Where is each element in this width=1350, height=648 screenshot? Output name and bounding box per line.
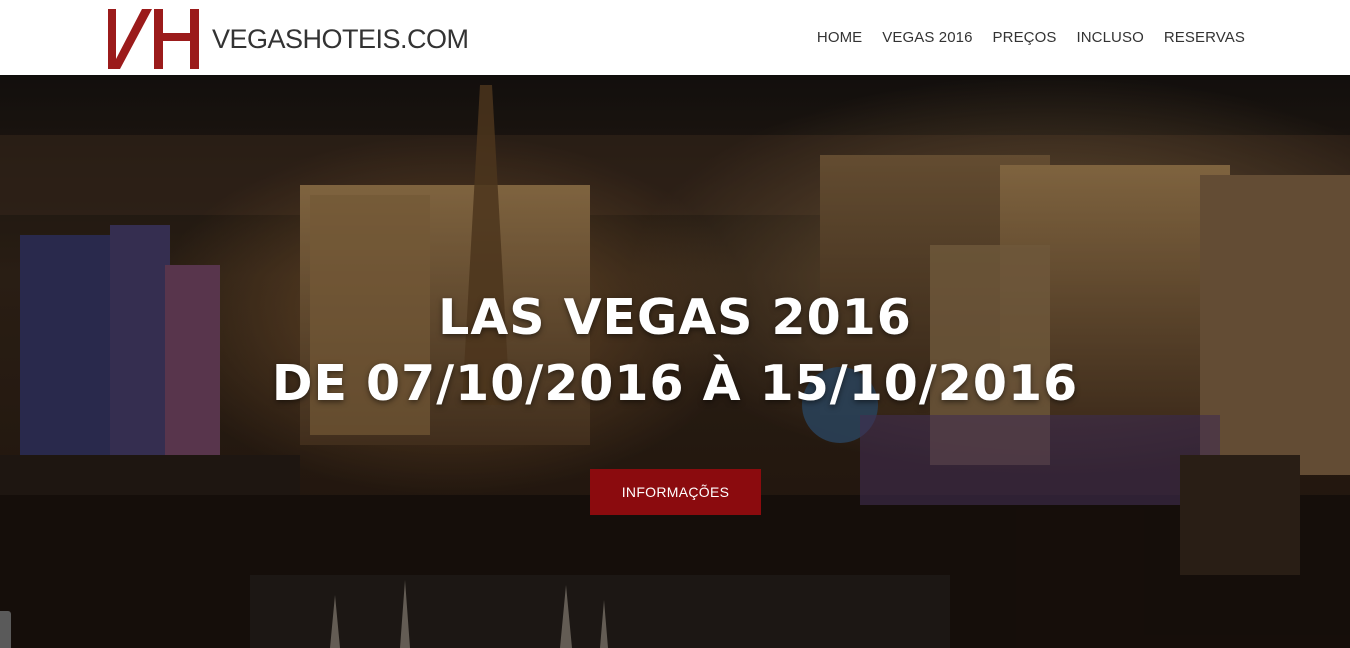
- nav-precos[interactable]: PREÇOS: [993, 29, 1057, 46]
- hero-section: LAS VEGAS 2016 DE 07/10/2016 À 15/10/201…: [0, 75, 1350, 648]
- nav-vegas-2016[interactable]: VEGAS 2016: [882, 29, 972, 46]
- nav-incluso[interactable]: INCLUSO: [1076, 29, 1143, 46]
- site-header: VEGASHOTEIS.COM HOME VEGAS 2016 PREÇOS I…: [0, 0, 1350, 75]
- hero-title-line-1: LAS VEGAS 2016: [438, 289, 912, 346]
- main-nav: HOME VEGAS 2016 PREÇOS INCLUSO RESERVAS: [797, 0, 1245, 75]
- site-logo[interactable]: VEGASHOTEIS.COM: [106, 9, 469, 69]
- nav-reservas[interactable]: RESERVAS: [1164, 29, 1245, 46]
- hero-title-line-2: DE 07/10/2016 À 15/10/2016: [271, 355, 1079, 412]
- nav-home[interactable]: HOME: [817, 29, 862, 46]
- hero-title: LAS VEGAS 2016 DE 07/10/2016 À 15/10/201…: [0, 285, 1350, 417]
- vh-logo-mark: [108, 9, 199, 69]
- side-tab[interactable]: [0, 611, 11, 648]
- informacoes-button[interactable]: INFORMAÇÕES: [590, 469, 761, 515]
- logo-text: VEGASHOTEIS.COM: [212, 23, 469, 54]
